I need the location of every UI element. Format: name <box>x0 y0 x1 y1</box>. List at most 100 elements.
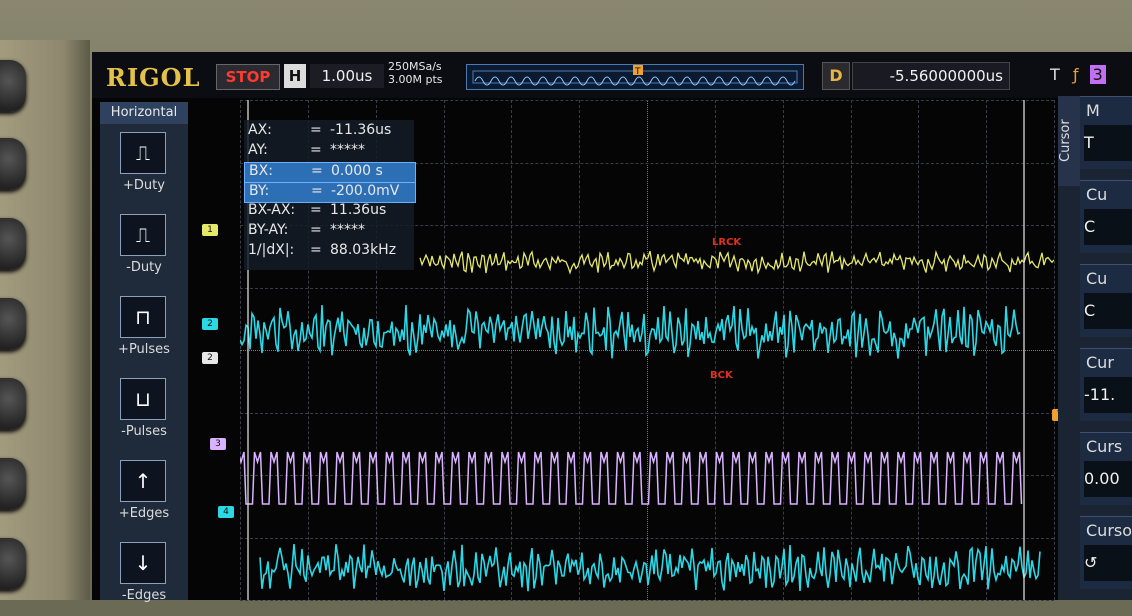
cursor-option-button-2[interactable]: Cu C <box>1080 264 1132 337</box>
memory-overview-wave: T <box>472 65 798 86</box>
readout-equals: = <box>310 222 322 238</box>
readout-key: BX-AX: <box>248 202 296 218</box>
trigger-source-badge: 3 <box>1089 65 1106 84</box>
cursor-option-value: C <box>1084 209 1132 245</box>
scope-screen: RIGOL STOP H 1.00us 250MSa/s 3.00M pts T… <box>92 52 1132 603</box>
menu-item-positive-edges[interactable]: ↑ +Edges <box>100 454 188 534</box>
readout-equals: = <box>310 142 322 158</box>
channel-3-trace <box>240 451 1023 505</box>
readout-value: -200.0mV <box>331 183 400 199</box>
scope-bezel-left <box>0 40 90 600</box>
softkey-button-1[interactable] <box>0 60 26 112</box>
softkey-button-5[interactable] <box>0 378 26 430</box>
cursor-option-button-1[interactable]: Cu C <box>1080 180 1132 253</box>
cursor-mode-button[interactable]: M T <box>1080 96 1132 169</box>
readout-key: 1/|dX|: <box>248 242 295 258</box>
readout-key: AY: <box>248 142 268 158</box>
acquisition-info: 250MSa/s 3.00M pts <box>388 60 460 86</box>
readout-value: 11.36us <box>330 202 387 218</box>
positive-edges-icon: ↑ <box>120 460 166 502</box>
channel-2-marker[interactable]: 2 <box>202 318 218 330</box>
readout-value: 0.000 s <box>331 163 383 179</box>
readout-equals: = <box>311 163 323 179</box>
menu-item-positive-pulses[interactable]: ⊓ +Pulses <box>100 290 188 370</box>
cursor-bx-heading: Curs <box>1086 437 1123 456</box>
negative-duty-icon: ⎍ <box>120 214 166 256</box>
status-bar: RIGOL STOP H 1.00us 250MSa/s 3.00M pts T… <box>92 52 1132 98</box>
readout-key: BY-AY: <box>248 222 289 238</box>
cursor-ax-button[interactable]: Cur -11. <box>1080 348 1132 421</box>
delay-value[interactable]: -5.56000000us <box>852 62 1010 90</box>
grid-line-vertical <box>1054 100 1055 600</box>
readout-value: ***** <box>330 222 365 238</box>
readout-value: 88.03kHz <box>330 242 397 258</box>
cursor-menu-title: Cursor <box>1058 96 1080 186</box>
brand-logo: RIGOL <box>106 63 201 92</box>
readout-equals: = <box>310 122 322 138</box>
cursor-ax-value: -11. <box>1084 377 1132 413</box>
softkey-button-2[interactable] <box>0 138 26 190</box>
negative-edges-icon: ↓ <box>120 542 166 584</box>
cursor-menu: Cursor M T Cu C Cu C Cur -11. Curs 0.00 … <box>1058 96 1132 600</box>
readout-key: BX: <box>249 163 273 179</box>
memory-depth: 3.00M pts <box>388 73 443 86</box>
menu-item-positive-duty[interactable]: ⎍ +Duty <box>100 126 188 206</box>
menu-item-label: +Edges <box>118 506 170 521</box>
channel-2-trace <box>240 305 1021 359</box>
softkey-button-4[interactable] <box>0 298 26 350</box>
cursor-extra-value: ↺ <box>1084 545 1132 581</box>
timebase-value[interactable]: 1.00us <box>310 64 384 88</box>
softkey-button-7[interactable] <box>0 538 26 590</box>
horizontal-menu: Horizontal ⎍ +Duty ⎍ -Duty ⊓ +Pulses ⊔ -… <box>100 102 188 603</box>
trigger-icon: T <box>1050 65 1060 84</box>
horizontal-menu-title: Horizontal <box>100 102 188 124</box>
readout-equals: = <box>310 202 322 218</box>
cursor-option-heading: Cu <box>1086 269 1108 288</box>
channel-4-marker[interactable]: 4 <box>218 506 234 518</box>
cursor-bx-button[interactable]: Curs 0.00 <box>1080 432 1132 505</box>
positive-duty-icon: ⎍ <box>120 132 166 174</box>
cursor-readout-row: BY: = -200.0mV <box>244 182 416 203</box>
run-state-badge[interactable]: STOP <box>216 64 280 90</box>
channel-3-marker[interactable]: 3 <box>210 438 226 450</box>
cursor-extra-heading: Curso <box>1086 521 1132 540</box>
trigger-status[interactable]: T ƒ 3 <box>1050 62 1130 88</box>
menu-item-negative-duty[interactable]: ⎍ -Duty <box>100 208 188 288</box>
negative-pulses-icon: ⊔ <box>120 378 166 420</box>
cursor-option-value: C <box>1084 293 1132 329</box>
menu-item-label: -Pulses <box>121 424 167 439</box>
readout-equals: = <box>311 183 323 199</box>
timebase-icon: H <box>284 64 306 88</box>
cursor-bx-value: 0.00 <box>1084 461 1132 497</box>
lrck-label: LRCK <box>712 237 742 248</box>
cursor-readout-row: AY: = ***** <box>244 142 414 161</box>
cursor-mode-heading: M <box>1086 101 1100 120</box>
cursor-extra-button[interactable]: Curso ↺ <box>1080 516 1132 589</box>
menu-item-negative-pulses[interactable]: ⊔ -Pulses <box>100 372 188 452</box>
softkey-button-6[interactable] <box>0 458 26 510</box>
channel-1-trace <box>419 249 1054 275</box>
menu-item-label: +Pulses <box>118 342 170 357</box>
cursor-ax-heading: Cur <box>1086 353 1114 372</box>
readout-equals: = <box>310 242 322 258</box>
cursor-readout-row: AX: = -11.36us <box>244 122 414 141</box>
channel-2-offset-marker[interactable]: 2 <box>202 352 218 364</box>
menu-item-label: +Duty <box>123 178 165 193</box>
cursor-readout-row: BX: = 0.000 s <box>244 162 416 183</box>
cursor-mode-value: T <box>1084 125 1132 161</box>
memory-overview-bar[interactable]: T <box>466 64 804 90</box>
cursor-readout-row: BY-AY: = ***** <box>244 222 414 241</box>
channel-1-marker[interactable]: 1 <box>202 224 218 236</box>
cursor-readout-panel: AX: = -11.36us AY: = ***** BX: = 0.000 s BY: = -200… <box>244 120 416 270</box>
channel-4-trace <box>259 544 1041 592</box>
delay-icon: D <box>822 62 850 90</box>
cursor-readout-row: BX-AX: = 11.36us <box>244 202 414 221</box>
bck-label: BCK <box>710 370 733 381</box>
memory-trigger-marker: T <box>634 67 641 77</box>
menu-item-label: -Edges <box>121 588 167 603</box>
softkey-button-3[interactable] <box>0 218 26 270</box>
positive-pulses-icon: ⊓ <box>120 296 166 338</box>
trigger-edge-icon: ƒ <box>1072 65 1079 84</box>
sample-rate: 250MSa/s <box>388 60 442 73</box>
menu-item-negative-edges[interactable]: ↓ -Edges <box>100 536 188 616</box>
